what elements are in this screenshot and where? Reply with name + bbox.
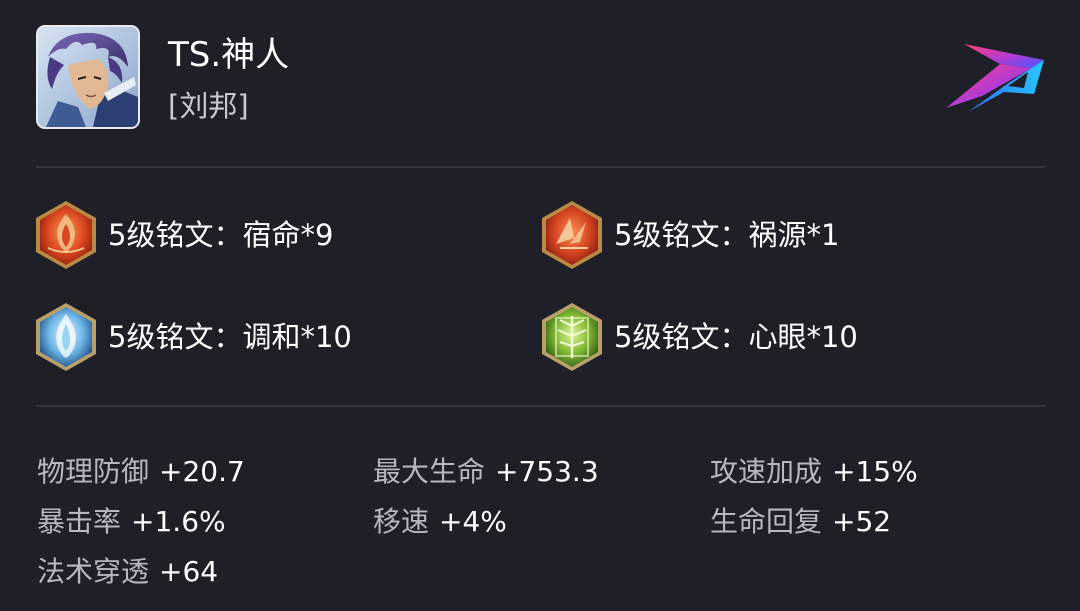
stat-label: 生命回复 (710, 505, 823, 538)
red-flame-rune-icon (34, 200, 98, 270)
rune-text: 5级铭文：心眼*10 (614, 320, 858, 354)
stat-max-health: 最大生命 +753.3 (373, 453, 599, 491)
stat-value: +15% (832, 455, 918, 488)
stat-label: 最大生命 (373, 455, 486, 488)
hero-portrait-image (38, 27, 138, 127)
stat-health-regen: 生命回复 +52 (710, 503, 891, 541)
blue-crystal-rune-icon (34, 302, 98, 372)
stat-value: +64 (159, 555, 219, 588)
rune-row-calamity: 5级铭文：祸源*1 (540, 200, 839, 270)
stat-value: +20.7 (159, 455, 245, 488)
stat-magic-penetration: 法术穿透 +64 (37, 553, 218, 591)
stat-label: 攻速加成 (710, 455, 823, 488)
section-divider (36, 405, 1046, 407)
green-leaf-rune-icon (540, 302, 604, 372)
stat-label: 法术穿透 (37, 555, 150, 588)
stat-attack-speed: 攻速加成 +15% (710, 453, 918, 491)
rune-row-fate: 5级铭文：宿命*9 (34, 200, 333, 270)
rune-text: 5级铭文：宿命*9 (108, 218, 334, 252)
hero-avatar[interactable] (36, 25, 140, 129)
rune-row-harmony: 5级铭文：调和*10 (34, 302, 352, 372)
stat-label: 移速 (373, 505, 430, 538)
stat-value: +753.3 (495, 455, 599, 488)
stat-label: 物理防御 (37, 455, 150, 488)
stat-value: +1.6% (131, 505, 226, 538)
stat-value: +52 (832, 505, 892, 538)
player-name: TS.神人 (168, 35, 290, 75)
stat-physical-defense: 物理防御 +20.7 (37, 453, 245, 491)
red-shards-rune-icon (540, 200, 604, 270)
brand-logo-icon (944, 42, 1048, 114)
stat-move-speed: 移速 +4% (373, 503, 507, 541)
hero-name: [刘邦] (168, 89, 249, 123)
rune-text: 5级铭文：调和*10 (108, 320, 352, 354)
rune-row-insight: 5级铭文：心眼*10 (540, 302, 858, 372)
stat-label: 暴击率 (37, 505, 122, 538)
stat-crit-rate: 暴击率 +1.6% (37, 503, 226, 541)
rune-text: 5级铭文：祸源*1 (614, 218, 840, 252)
header-divider (36, 166, 1046, 168)
stat-value: +4% (439, 505, 507, 538)
